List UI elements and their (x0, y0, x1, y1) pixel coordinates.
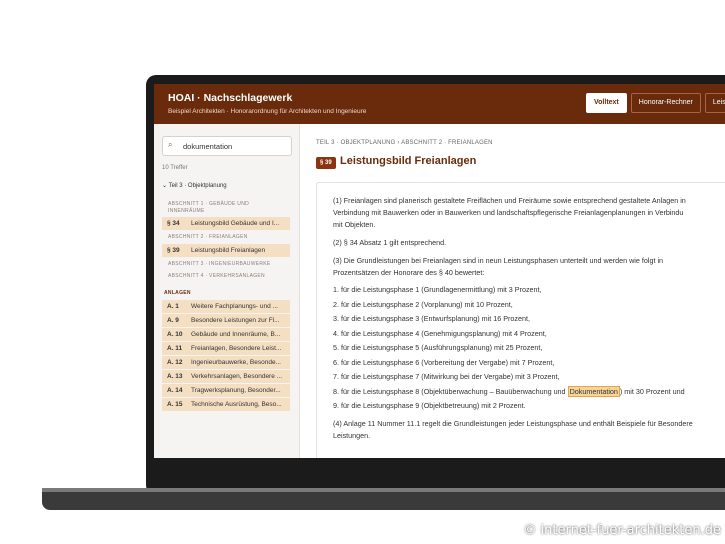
sidebar-item-a14[interactable]: A. 14 Tragwerksplanung, Besonder... (162, 384, 290, 397)
sidebar-item-s34[interactable]: § 34 Leistungsbild Gebäude und I... (162, 217, 290, 230)
item-number: A. 15 (167, 401, 183, 408)
breadcrumb: TEIL 3 · OBJEKTPLANUNG › ABSCHNITT 2 · F… (316, 140, 493, 146)
sidebar-item-s39[interactable]: § 39 Leistungsbild Freianlagen (162, 244, 290, 257)
item-label: Leistungsbild Freianlagen (191, 247, 266, 254)
section-label: ABSCHNITT 1 · GEBÄUDE UND INNENRÄUME (168, 201, 250, 214)
app-subtitle: Beispiel Architekten · Honorarordnung fü… (168, 108, 367, 115)
header-tabs: Volltext Honorar-Rechner Leist (586, 93, 725, 113)
item-label: Verkehrsanlagen, Besondere ... (191, 373, 283, 380)
item-label: Leistungsbild Gebäude und I... (191, 220, 280, 227)
copyright-watermark: © internet-fuer-architekten.de (523, 523, 721, 538)
search-highlight[interactable]: Dokumentation (567, 386, 620, 397)
search-icon: ⌕ (168, 140, 173, 149)
list-item: 6. für die Leistungsphase 6 (Vorbereitun… (333, 358, 555, 367)
item-number: A. 11 (167, 345, 183, 352)
list-item: 2. für die Leistungsphase 2 (Vorplanung)… (333, 300, 513, 309)
item-label: Technische Ausrüstung, Beso... (191, 401, 282, 408)
search-box[interactable]: ⌕ (162, 136, 292, 156)
text-line: (1) Freianlagen sind planerisch gestalte… (333, 196, 686, 205)
text-line: (2) § 34 Absatz 1 gilt entsprechend. (333, 238, 447, 247)
text-line: Verbindung mit Bauwerken oder in Bauwerk… (333, 208, 684, 217)
app-title: HOAI · Nachschlagewerk (168, 92, 293, 104)
anlagen-heading: ANLAGEN (164, 290, 191, 296)
section-label: ABSCHNITT 2 · FREIANLAGEN (168, 234, 248, 240)
text-line: (3) Die Grundleistungen bei Freianlagen … (333, 256, 664, 265)
item-number: A. 10 (167, 331, 183, 338)
text-line: Prozentsätzen der Honorare des § 40 bewe… (333, 268, 485, 277)
tree-part-label[interactable]: ⌄ Teil 3 · Objektplanung (162, 182, 227, 189)
item-number: § 34 (167, 220, 180, 227)
main-content: TEIL 3 · OBJEKTPLANUNG › ABSCHNITT 2 · F… (300, 124, 725, 458)
app-header: HOAI · Nachschlagewerk Beispiel Architek… (154, 84, 725, 124)
sidebar: ⌕ 10 Treffer ⌄ Teil 3 · Objektplanung AB… (154, 124, 300, 458)
item-number: A. 1 (167, 303, 179, 310)
tab-volltext[interactable]: Volltext (586, 93, 627, 113)
text-line: mit Objekten. (333, 220, 376, 229)
item-label: Freianlagen, Besondere Leist... (191, 345, 282, 352)
sidebar-item-a11[interactable]: A. 11 Freianlagen, Besondere Leist... (162, 342, 290, 355)
list-item: 9. für die Leistungsphase 9 (Objektbetre… (333, 401, 526, 410)
hit-count: 10 Treffer (162, 165, 188, 171)
law-text-card: (1) Freianlagen sind planerisch gestalte… (316, 182, 725, 458)
phase8-post: ) mit 30 Prozent und (619, 387, 685, 396)
text-line: Leistungen. (333, 431, 371, 440)
list-item: 3. für die Leistungsphase 3 (Entwurfspla… (333, 314, 530, 323)
sidebar-item-a10[interactable]: A. 10 Gebäude und Innenräume, B... (162, 328, 290, 341)
sidebar-item-a15[interactable]: A. 15 Technische Ausrüstung, Beso... (162, 398, 290, 411)
list-item: 7. für die Leistungsphase 7 (Mitwirkung … (333, 372, 560, 381)
item-number: A. 9 (167, 317, 179, 324)
item-label: Tragwerksplanung, Besonder... (191, 387, 281, 394)
chevron-down-icon: ⌄ (162, 183, 169, 189)
laptop-base (42, 492, 725, 510)
section-label: ABSCHNITT 4 · VERKEHRSANLAGEN (168, 273, 265, 279)
list-item: 4. für die Leistungsphase 4 (Genehmigung… (333, 329, 547, 338)
sidebar-item-a1[interactable]: A. 1 Weitere Fachplanungs- und ... (162, 300, 290, 313)
item-number: A. 14 (167, 387, 183, 394)
sidebar-item-a9[interactable]: A. 9 Besondere Leistungen zur Fl... (162, 314, 290, 327)
list-item: 8. für die Leistungsphase 8 (Objektüberw… (333, 386, 685, 398)
tab-honorar-rechner[interactable]: Honorar-Rechner (630, 93, 701, 113)
sidebar-item-a13[interactable]: A. 13 Verkehrsanlagen, Besondere ... (162, 370, 290, 383)
item-number: A. 12 (167, 359, 183, 366)
phase8-pre: 8. für die Leistungsphase 8 (Objektüberw… (333, 387, 568, 396)
list-item: 1. für die Leistungsphase 1 (Grundlagene… (333, 285, 542, 294)
sidebar-item-a12[interactable]: A. 12 Ingenieurbauwerke, Besonde... (162, 356, 290, 369)
tree-part-text: Teil 3 · Objektplanung (168, 183, 227, 189)
page-title: Leistungsbild Freianlagen (340, 155, 477, 167)
item-label: Weitere Fachplanungs- und ... (191, 303, 278, 310)
search-input[interactable] (181, 139, 290, 154)
item-label: Gebäude und Innenräume, B... (191, 331, 281, 338)
item-label: Ingenieurbauwerke, Besonde... (191, 359, 281, 366)
list-item: 5. für die Leistungsphase 5 (Ausführungs… (333, 343, 543, 352)
paragraph-badge: § 39 (316, 157, 336, 169)
text-line: (4) Anlage 11 Nummer 11.1 regelt die Gru… (333, 419, 693, 428)
tab-leistungsbilder[interactable]: Leist (704, 93, 725, 113)
item-number: § 39 (167, 247, 180, 254)
app-screen: HOAI · Nachschlagewerk Beispiel Architek… (154, 84, 725, 458)
item-number: A. 13 (167, 373, 183, 380)
item-label: Besondere Leistungen zur Fl... (191, 317, 280, 324)
section-label: ABSCHNITT 3 · INGENIEURBAUWERKE (168, 261, 271, 267)
